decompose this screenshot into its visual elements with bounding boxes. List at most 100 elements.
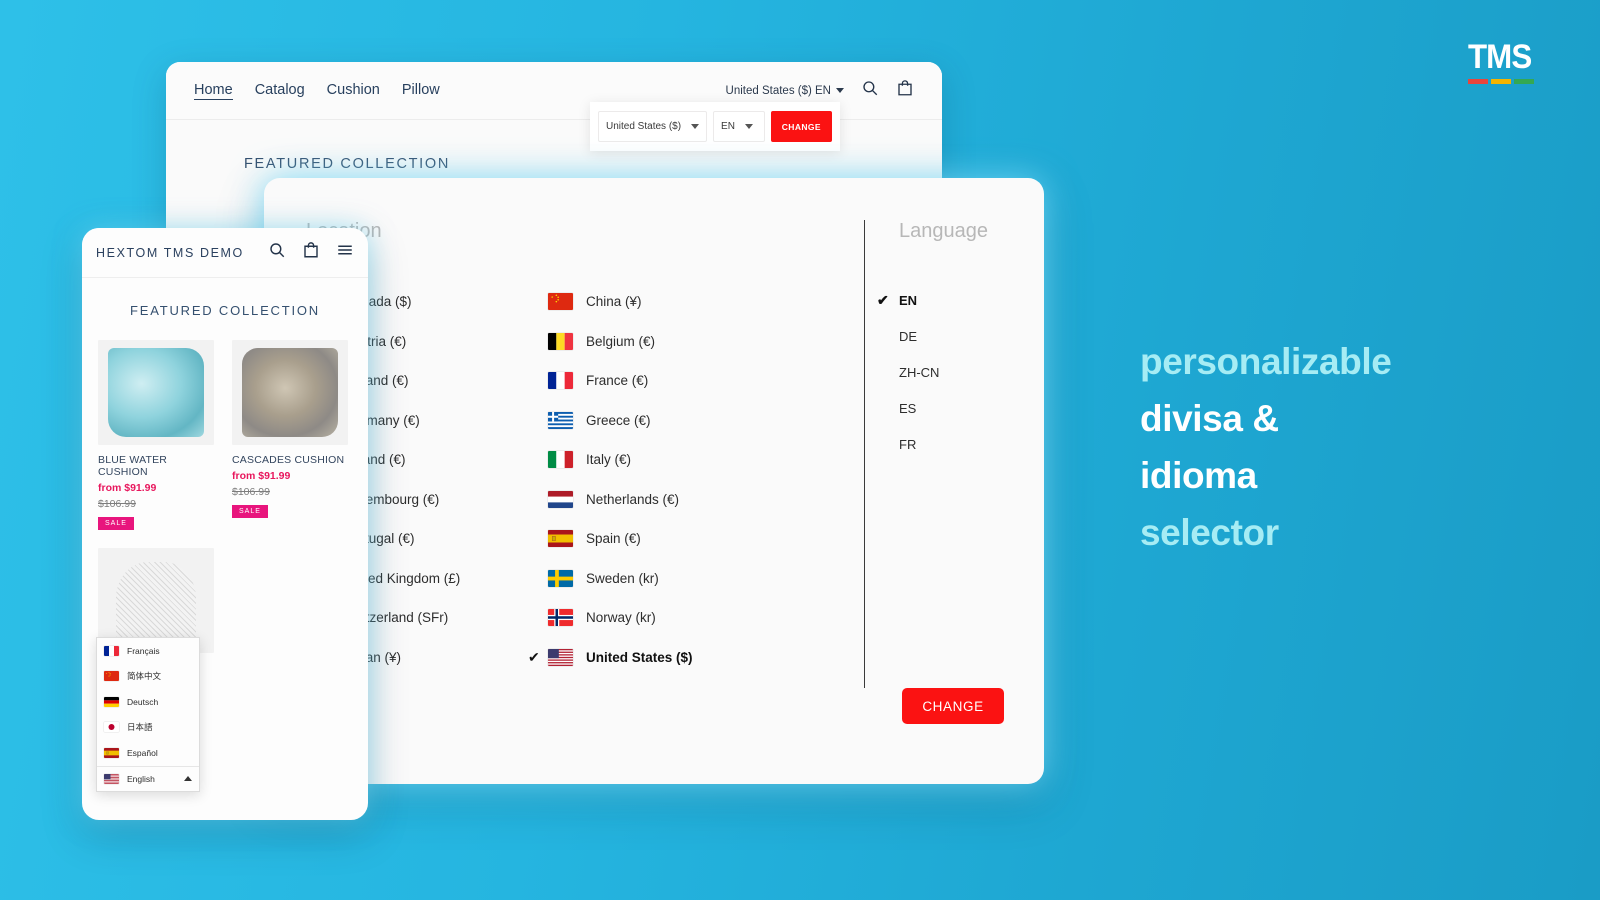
check-icon: ✔ bbox=[528, 648, 540, 665]
headline-line-4: selector bbox=[1140, 511, 1279, 553]
location-grid: Canada ($) Austria (€) Finland (€) Germany … bbox=[306, 282, 864, 677]
shopping-bag-icon[interactable] bbox=[896, 79, 914, 102]
modal-footer: CHANGE bbox=[264, 688, 1044, 724]
location-option[interactable]: Greece (€) bbox=[548, 401, 790, 441]
modal-columns: Location Canada ($)Austria (€)Finland (€… bbox=[264, 178, 1044, 688]
flag-icon-fr bbox=[104, 645, 119, 656]
phone-language-option[interactable]: 简体中文 bbox=[97, 664, 199, 690]
flag-icon-cn bbox=[548, 293, 573, 311]
flag-icon-es bbox=[548, 530, 573, 548]
phone-header: HEXTOM TMS DEMO bbox=[82, 228, 368, 278]
flag-icon-de bbox=[104, 696, 119, 707]
location-option-label: United States ($) bbox=[586, 649, 693, 665]
flag-icon-cn bbox=[104, 671, 119, 682]
product-card[interactable]: BLUE WATER CUSHION from $91.99 $106.99 S… bbox=[98, 340, 214, 530]
phone-language-option-label: Deutsch bbox=[127, 696, 159, 707]
desktop-nav-item-home[interactable]: Home bbox=[194, 82, 233, 100]
desktop-featured-title: FEATURED COLLECTION bbox=[244, 156, 451, 172]
modal-change-button[interactable]: CHANGE bbox=[902, 688, 1004, 724]
location-option-label: Belgium (€) bbox=[586, 333, 656, 349]
product-name: CASCADES CUSHION bbox=[232, 454, 345, 466]
desktop-nav-item-cushion[interactable]: Cushion bbox=[327, 82, 380, 100]
phone-language-dropdown[interactable]: Français 简体中文 Deutsch 日本語 Español English bbox=[96, 637, 200, 792]
location-option[interactable]: Sweden (kr) bbox=[548, 559, 790, 599]
product-price: from $91.99 bbox=[232, 470, 291, 482]
flag-icon-no bbox=[548, 609, 573, 627]
popover-language-value: EN bbox=[721, 121, 735, 132]
flag-icon-be bbox=[548, 332, 573, 350]
location-option-label: China (¥) bbox=[586, 294, 642, 310]
language-option-label: ZH-CN bbox=[899, 364, 940, 380]
chevron-down-icon bbox=[744, 124, 753, 129]
flag-icon-us bbox=[104, 773, 119, 784]
flag-icon-jp bbox=[104, 722, 119, 733]
flag-icon-fr bbox=[548, 372, 573, 390]
location-option[interactable]: ✔ United States ($) bbox=[528, 638, 790, 678]
phone-store-name: HEXTOM TMS DEMO bbox=[96, 245, 244, 260]
product-image bbox=[232, 340, 348, 445]
phone-language-option[interactable]: 日本語 bbox=[97, 715, 199, 741]
location-option[interactable]: Norway (kr) bbox=[548, 598, 790, 638]
product-compare-price: $106.99 bbox=[232, 486, 270, 498]
phone-language-option[interactable]: Deutsch bbox=[97, 689, 199, 715]
desktop-nav: Home Catalog Cushion Pillow bbox=[194, 82, 440, 100]
location-column-title: Location bbox=[306, 220, 864, 243]
desktop-locale-selector[interactable]: United States ($) EN bbox=[726, 85, 844, 97]
location-option[interactable]: Italy (€) bbox=[548, 440, 790, 480]
hamburger-menu-icon[interactable] bbox=[336, 241, 354, 264]
language-option[interactable]: ES bbox=[899, 390, 1044, 426]
location-option-label: Sweden (kr) bbox=[586, 570, 659, 586]
logo-bar-green bbox=[1514, 79, 1534, 84]
location-option-label: Spain (€) bbox=[586, 531, 641, 547]
location-option[interactable]: Belgium (€) bbox=[548, 322, 790, 362]
phone-language-option[interactable]: Español bbox=[97, 740, 199, 766]
desktop-nav-item-catalog[interactable]: Catalog bbox=[255, 82, 305, 100]
phone-header-actions bbox=[268, 241, 354, 264]
search-icon[interactable] bbox=[268, 241, 286, 264]
locale-selector-modal: Location Canada ($)Austria (€)Finland (€… bbox=[264, 178, 1044, 784]
headline-line-2: divisa & bbox=[1140, 397, 1279, 439]
headline: personalizable divisa & idioma selector bbox=[1140, 334, 1560, 562]
phone-language-option[interactable]: English bbox=[97, 765, 199, 792]
location-option[interactable]: France (€) bbox=[548, 361, 790, 401]
search-icon[interactable] bbox=[861, 79, 879, 102]
popover-currency-value: United States ($) bbox=[606, 121, 682, 132]
tms-logo: TMS bbox=[1468, 40, 1534, 84]
location-option[interactable]: Netherlands (€) bbox=[548, 480, 790, 520]
headline-line-3: idioma bbox=[1140, 454, 1257, 496]
phone-language-option-label: 日本語 bbox=[127, 722, 153, 733]
desktop-currency-popover: United States ($) EN CHANGE bbox=[590, 102, 840, 151]
language-option[interactable]: ✔ EN bbox=[877, 282, 1044, 318]
language-option-label: EN bbox=[899, 292, 918, 308]
language-list: ✔ EN DE ZH-CN ES FR bbox=[877, 282, 1044, 462]
popover-currency-select[interactable]: United States ($) bbox=[598, 111, 708, 142]
language-option-label: ES bbox=[899, 400, 917, 416]
location-option[interactable]: China (¥) bbox=[548, 282, 790, 322]
language-option[interactable]: DE bbox=[899, 318, 1044, 354]
sale-badge: SALE bbox=[232, 505, 268, 518]
product-compare-price: $106.99 bbox=[98, 498, 136, 510]
shopping-bag-icon[interactable] bbox=[302, 241, 320, 264]
logo-bar-red bbox=[1468, 79, 1488, 84]
language-option[interactable]: ZH-CN bbox=[899, 354, 1044, 390]
location-option-label: Netherlands (€) bbox=[586, 491, 680, 507]
check-icon: ✔ bbox=[877, 291, 889, 308]
phone-product-grid: BLUE WATER CUSHION from $91.99 $106.99 S… bbox=[82, 340, 368, 530]
chevron-up-icon[interactable] bbox=[184, 776, 192, 782]
tms-logo-text: TMS bbox=[1468, 38, 1532, 76]
popover-language-select[interactable]: EN bbox=[713, 111, 765, 142]
language-option-label: FR bbox=[899, 436, 917, 452]
popover-change-button[interactable]: CHANGE bbox=[770, 111, 832, 142]
product-card[interactable]: CASCADES CUSHION from $91.99 $106.99 SAL… bbox=[232, 340, 348, 530]
location-list-right: China (¥) Belgium (€) France (€) Greece (€)… bbox=[528, 282, 790, 678]
chevron-down-icon bbox=[691, 124, 700, 129]
language-option[interactable]: FR bbox=[899, 426, 1044, 462]
flag-icon-it bbox=[548, 451, 573, 469]
location-option[interactable]: Spain (€) bbox=[548, 519, 790, 559]
flag-icon-es bbox=[104, 747, 119, 758]
phone-featured-title: FEATURED COLLECTION bbox=[130, 303, 320, 318]
phone-language-option[interactable]: Français bbox=[97, 638, 199, 664]
desktop-nav-item-pillow[interactable]: Pillow bbox=[402, 82, 440, 100]
language-column-title: Language bbox=[899, 220, 988, 242]
location-option-label: France (€) bbox=[586, 373, 649, 389]
